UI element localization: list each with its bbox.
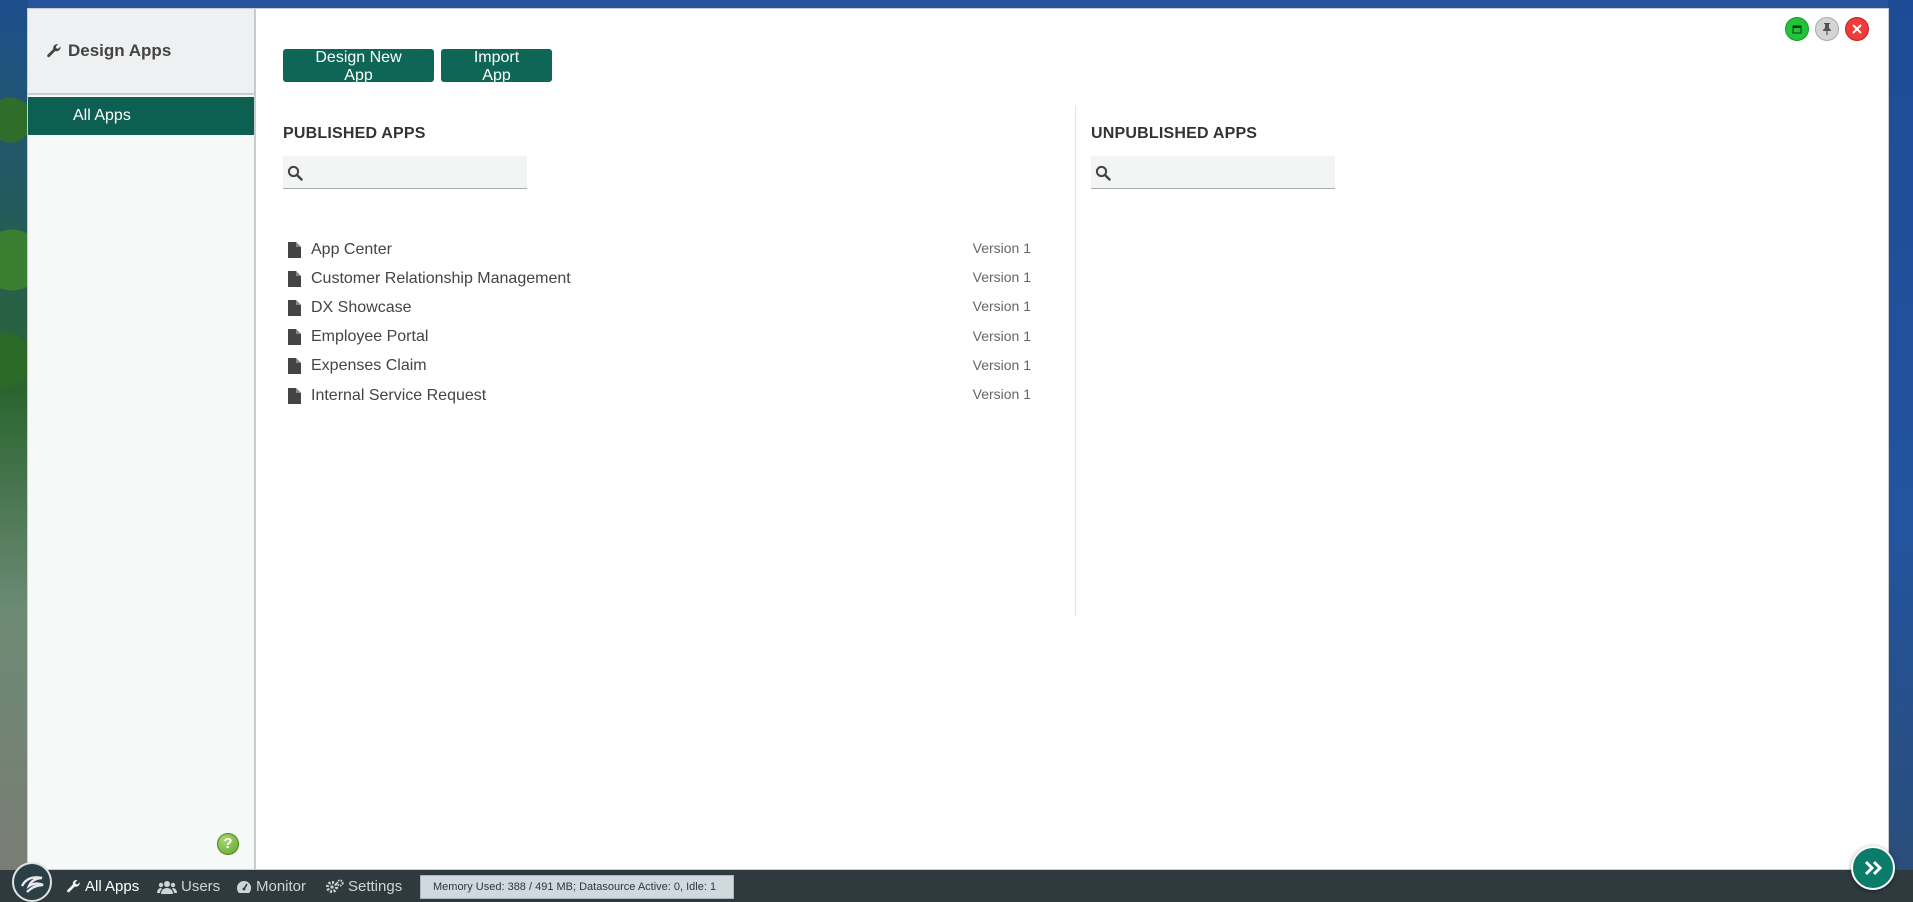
list-item[interactable]: Employee Portal Version 1 bbox=[283, 323, 1048, 352]
sidebar-item-label: All Apps bbox=[73, 107, 131, 124]
taskbar-item-label: Settings bbox=[348, 878, 403, 895]
published-search-input[interactable] bbox=[311, 156, 523, 188]
app-name: Internal Service Request bbox=[311, 386, 487, 404]
app-name: Expenses Claim bbox=[311, 357, 427, 375]
file-icon bbox=[288, 241, 301, 258]
list-item[interactable]: Expenses Claim Version 1 bbox=[283, 352, 1048, 381]
app-logo[interactable] bbox=[12, 862, 52, 902]
wrench-icon bbox=[47, 44, 61, 58]
import-app-button[interactable]: Import App bbox=[441, 49, 552, 84]
search-icon bbox=[287, 165, 303, 181]
pin-button[interactable] bbox=[1815, 17, 1839, 41]
taskbar-item-label: Monitor bbox=[256, 878, 307, 895]
sidebar-title: Design Apps bbox=[68, 41, 172, 60]
file-icon bbox=[288, 387, 301, 404]
memory-status: Memory Used: 388 / 491 MB; Datasource Ac… bbox=[420, 875, 734, 899]
sidebar-header: Design Apps bbox=[28, 9, 254, 95]
list-item[interactable]: Customer Relationship Management Version… bbox=[283, 264, 1048, 293]
search-icon bbox=[1095, 165, 1111, 181]
published-search-box bbox=[283, 156, 527, 189]
wrench-icon bbox=[67, 880, 80, 893]
double-chevron-right-icon bbox=[1864, 860, 1883, 876]
taskbar-item-users[interactable]: Users bbox=[157, 878, 220, 895]
taskbar-item-all-apps[interactable]: All Apps bbox=[66, 878, 139, 895]
desktop-background-left bbox=[0, 0, 28, 870]
app-version: Version 1 bbox=[972, 240, 1031, 256]
main-content: Design New App Import App PUBLISHED APPS… bbox=[283, 9, 1888, 869]
gears-icon bbox=[326, 879, 344, 893]
close-button[interactable] bbox=[1845, 17, 1869, 41]
unpublished-search-box bbox=[1091, 156, 1335, 189]
app-name: App Center bbox=[311, 240, 392, 258]
list-item[interactable]: Internal Service Request Version 1 bbox=[283, 381, 1048, 410]
unpublished-apps-title: UNPUBLISHED APPS bbox=[1091, 125, 1258, 142]
taskbar: All Apps Users Monitor Settings Memory U… bbox=[0, 862, 1913, 902]
window-icon bbox=[1792, 25, 1802, 33]
taskbar-item-monitor[interactable]: Monitor bbox=[236, 878, 306, 895]
file-icon bbox=[288, 358, 301, 375]
dashboard-icon bbox=[237, 880, 252, 893]
published-apps-title: PUBLISHED APPS bbox=[283, 125, 426, 142]
list-item[interactable]: App Center Version 1 bbox=[283, 235, 1048, 264]
maximize-button[interactable] bbox=[1785, 17, 1809, 41]
app-name: Customer Relationship Management bbox=[311, 269, 571, 287]
file-icon bbox=[288, 270, 301, 287]
sidebar-item-all-apps[interactable]: All Apps bbox=[28, 97, 254, 135]
expand-button[interactable] bbox=[1851, 846, 1895, 890]
sidebar: Design Apps All Apps ? bbox=[28, 9, 256, 869]
desktop-background-right bbox=[1888, 0, 1913, 870]
logo-icon bbox=[20, 876, 44, 893]
desktop-background-top bbox=[0, 0, 1913, 8]
users-icon bbox=[157, 880, 177, 894]
file-icon bbox=[288, 299, 301, 316]
window-controls bbox=[1785, 17, 1869, 41]
app-version: Version 1 bbox=[972, 298, 1031, 315]
design-apps-window: Design Apps All Apps ? Design New App Im… bbox=[27, 8, 1889, 870]
app-version: Version 1 bbox=[972, 269, 1031, 286]
pin-icon bbox=[1823, 23, 1831, 35]
app-version: Version 1 bbox=[972, 356, 1031, 373]
help-icon[interactable]: ? bbox=[217, 833, 239, 855]
file-icon bbox=[288, 329, 301, 346]
app-name: Employee Portal bbox=[311, 328, 429, 346]
design-new-app-button[interactable]: Design New App bbox=[283, 49, 434, 84]
published-app-list: App Center Version 1 Customer Relationsh… bbox=[283, 235, 1048, 410]
column-divider bbox=[1075, 106, 1076, 616]
app-version: Version 1 bbox=[972, 327, 1031, 344]
taskbar-item-settings[interactable]: Settings bbox=[325, 878, 402, 895]
close-icon bbox=[1852, 24, 1862, 34]
app-version: Version 1 bbox=[972, 385, 1031, 402]
list-item[interactable]: DX Showcase Version 1 bbox=[283, 293, 1048, 322]
app-name: DX Showcase bbox=[311, 298, 412, 316]
taskbar-item-label: Users bbox=[181, 878, 221, 895]
taskbar-item-label: All Apps bbox=[85, 878, 140, 895]
unpublished-search-input[interactable] bbox=[1119, 156, 1331, 188]
